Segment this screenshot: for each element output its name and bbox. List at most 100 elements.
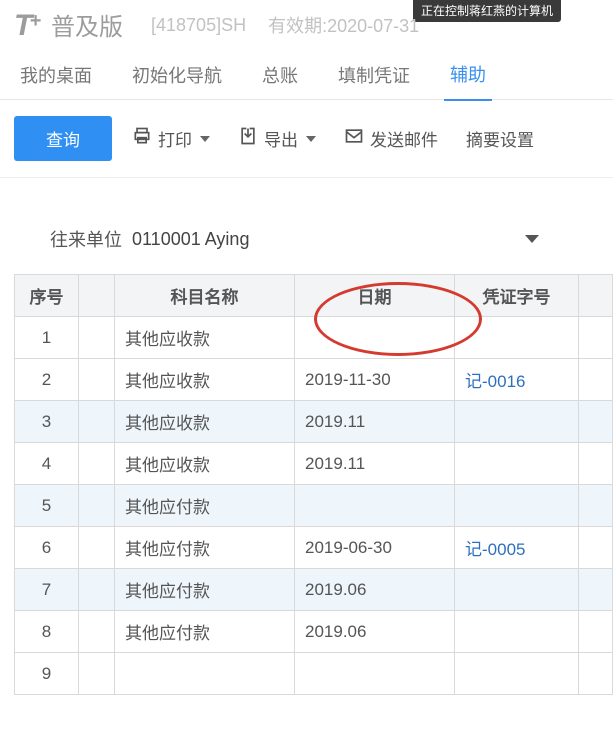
cell-edge: [579, 359, 613, 401]
cell-voucher: [455, 401, 579, 443]
cell-date: 2019.06: [295, 569, 455, 611]
top-bar: T + 普及版 [418705]SH 有效期:2020-07-31: [0, 0, 613, 50]
export-icon: [238, 126, 258, 151]
cell-name: 其他应收款: [115, 443, 295, 485]
send-mail-button[interactable]: 发送邮件: [336, 120, 446, 157]
cell-gap: [79, 611, 115, 653]
tab-init-guide[interactable]: 初始化导航: [126, 50, 228, 100]
filter-label: 往来单位: [50, 226, 122, 252]
summary-label: 摘要设置: [466, 126, 534, 151]
col-edge: [579, 275, 613, 317]
table-row[interactable]: 7 其他应付款2019.06: [15, 569, 613, 611]
cell-seq: 1: [15, 317, 79, 359]
voucher-link[interactable]: 记-0005: [465, 540, 525, 559]
cell-name: 其他应付款: [115, 569, 295, 611]
nav-tabs: 我的桌面 初始化导航 总账 填制凭证 辅助: [0, 50, 613, 100]
table-row[interactable]: 4 其他应收款2019.11: [15, 443, 613, 485]
col-gap: [79, 275, 115, 317]
cell-gap: [79, 527, 115, 569]
cell-date: 2019.11: [295, 401, 455, 443]
cell-date: 2019-11-30: [295, 359, 455, 401]
filter-value[interactable]: 0110001 Aying: [132, 229, 249, 250]
cell-edge: [579, 485, 613, 527]
table-row[interactable]: 2 其他应收款2019-11-30 记-0016: [15, 359, 613, 401]
cell-gap: [79, 569, 115, 611]
cell-date: 2019.06: [295, 611, 455, 653]
table-row[interactable]: 3 其他应收款2019.11: [15, 401, 613, 443]
brand-plus: +: [29, 10, 41, 33]
cell-date: 2019.11: [295, 443, 455, 485]
cell-voucher: [455, 611, 579, 653]
voucher-link[interactable]: 记-0016: [465, 372, 525, 391]
export-button[interactable]: 导出: [230, 120, 324, 157]
cell-voucher: [455, 485, 579, 527]
cell-seq: 2: [15, 359, 79, 401]
cell-seq: 3: [15, 401, 79, 443]
cell-date: 2019-06-30: [295, 527, 455, 569]
cell-gap: [79, 401, 115, 443]
cell-edge: [579, 611, 613, 653]
cell-seq: 6: [15, 527, 79, 569]
table-header-row: 序号 科目名称 日期 凭证字号: [15, 275, 613, 317]
cell-edge: [579, 527, 613, 569]
cell-gap: [79, 485, 115, 527]
cell-seq: 7: [15, 569, 79, 611]
data-table: 序号 科目名称 日期 凭证字号 1 其他应收款 2 其他应收款2019-11-30 记-…: [14, 274, 613, 695]
cell-voucher[interactable]: 记-0016: [455, 359, 579, 401]
tab-auxiliary[interactable]: 辅助: [444, 49, 492, 101]
print-button[interactable]: 打印: [124, 120, 218, 157]
send-mail-label: 发送邮件: [370, 126, 438, 151]
cell-voucher: [455, 653, 579, 695]
brand-name: 普及版: [51, 7, 123, 42]
cell-seq: 9: [15, 653, 79, 695]
cell-voucher: [455, 569, 579, 611]
summary-setting-button[interactable]: 摘要设置: [458, 120, 542, 157]
cell-voucher: [455, 317, 579, 359]
cell-voucher: [455, 443, 579, 485]
brand-logo: T + 普及版: [14, 7, 123, 43]
print-label: 打印: [158, 126, 192, 151]
tab-desktop[interactable]: 我的桌面: [14, 50, 98, 100]
table-row[interactable]: 6 其他应付款2019-06-30 记-0005: [15, 527, 613, 569]
toolbar: 查询 打印 导出 发送邮件 摘要设置: [0, 100, 613, 178]
cell-name: 其他应付款: [115, 527, 295, 569]
cell-gap: [79, 653, 115, 695]
cell-seq: 4: [15, 443, 79, 485]
cell-gap: [79, 443, 115, 485]
cell-name: 其他应收款: [115, 359, 295, 401]
cell-gap: [79, 359, 115, 401]
cell-name: 其他应付款: [115, 611, 295, 653]
table-row[interactable]: 5 其他应付款: [15, 485, 613, 527]
cell-gap: [79, 317, 115, 359]
chevron-down-icon: [200, 136, 210, 142]
cell-seq: 5: [15, 485, 79, 527]
cell-name: 其他应收款: [115, 401, 295, 443]
cell-date: [295, 485, 455, 527]
table-row[interactable]: 1 其他应收款: [15, 317, 613, 359]
tab-voucher-entry[interactable]: 填制凭证: [332, 50, 416, 100]
cell-name: 其他应收款: [115, 317, 295, 359]
cell-edge: [579, 317, 613, 359]
table-row[interactable]: 9: [15, 653, 613, 695]
cell-edge: [579, 443, 613, 485]
cell-seq: 8: [15, 611, 79, 653]
query-button[interactable]: 查询: [14, 116, 112, 161]
cell-edge: [579, 569, 613, 611]
col-seq[interactable]: 序号: [15, 275, 79, 317]
cell-date: [295, 653, 455, 695]
cell-voucher[interactable]: 记-0005: [455, 527, 579, 569]
cell-name: 其他应付款: [115, 485, 295, 527]
export-label: 导出: [264, 126, 298, 151]
table-row[interactable]: 8 其他应付款2019.06: [15, 611, 613, 653]
valid-through: 有效期:2020-07-31: [268, 12, 419, 38]
filter-row: 往来单位 0110001 Aying: [0, 178, 613, 266]
col-voucher[interactable]: 凭证字号: [455, 275, 579, 317]
chevron-down-icon: [306, 136, 316, 142]
cell-edge: [579, 401, 613, 443]
cell-name: [115, 653, 295, 695]
printer-icon: [132, 126, 152, 151]
chevron-down-icon[interactable]: [525, 235, 539, 243]
col-name[interactable]: 科目名称: [115, 275, 295, 317]
tab-general-ledger[interactable]: 总账: [256, 50, 304, 100]
col-date[interactable]: 日期: [295, 275, 455, 317]
